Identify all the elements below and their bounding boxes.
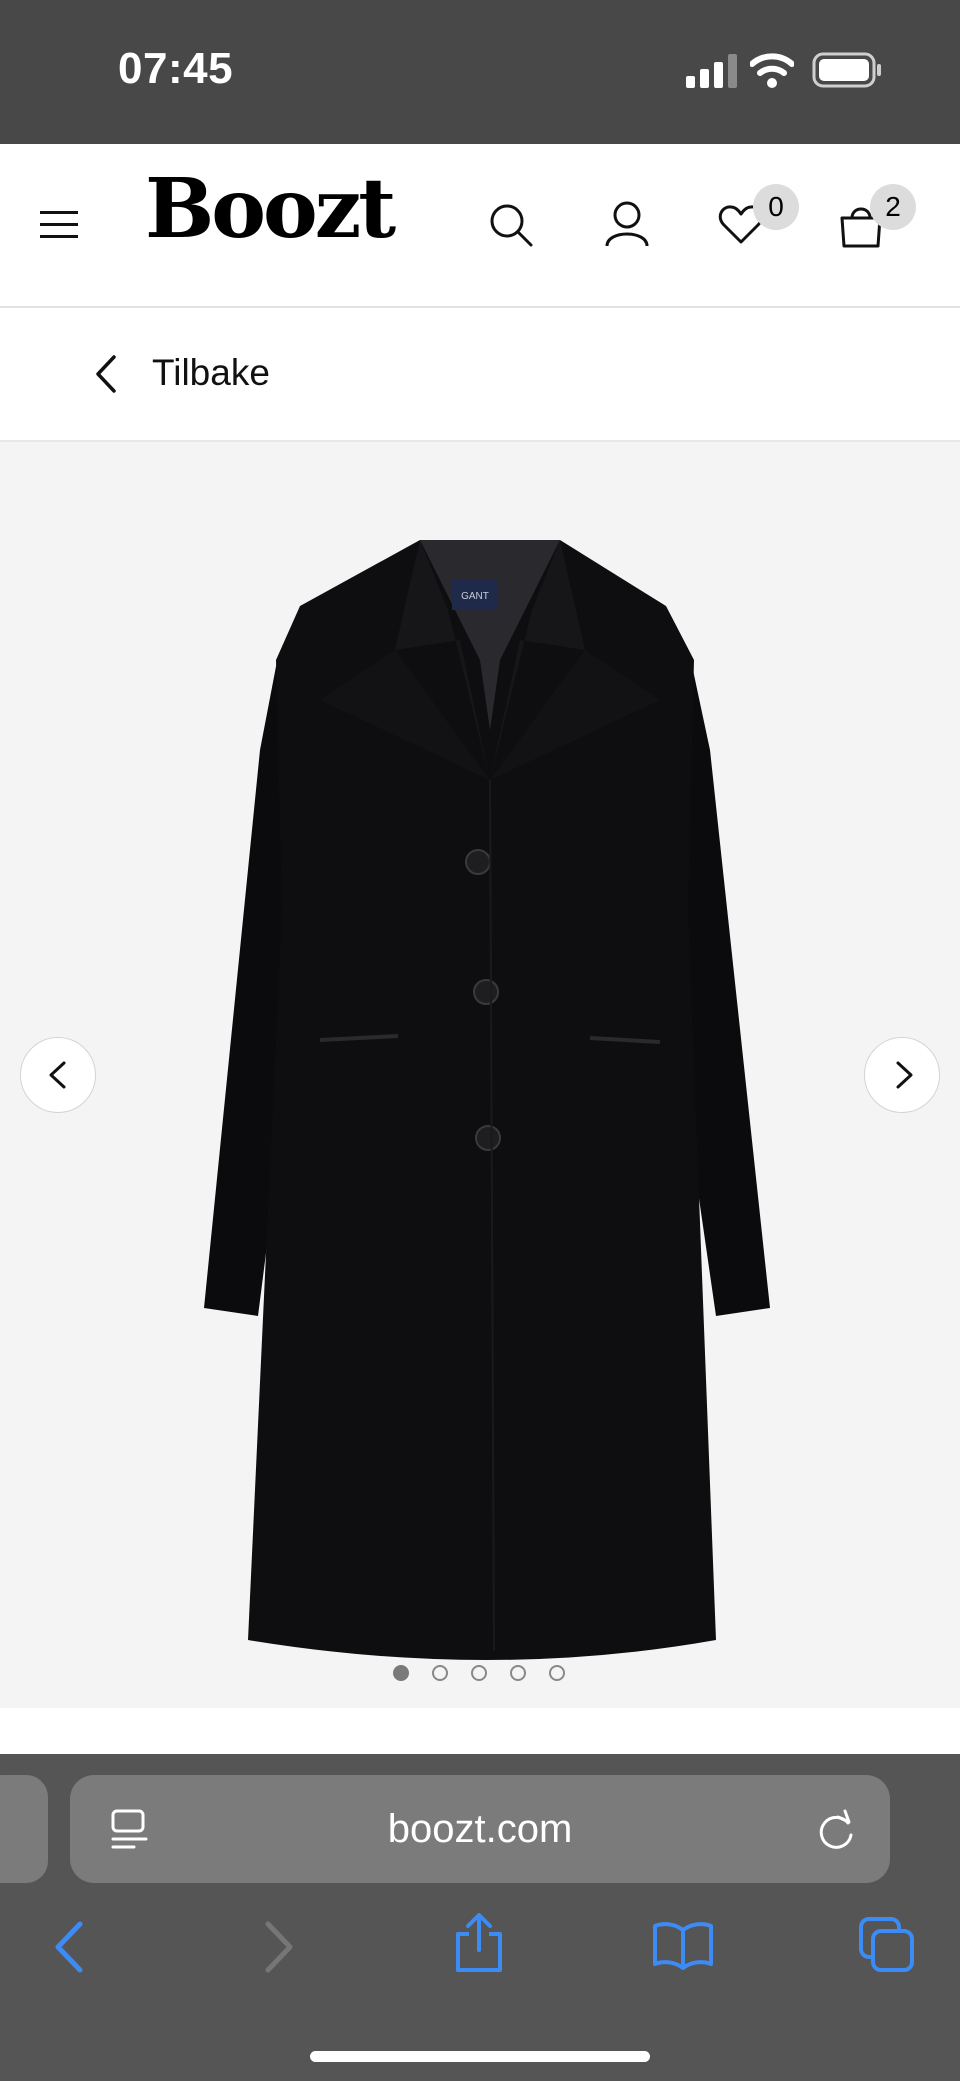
back-label: Tilbake <box>152 352 270 393</box>
bookmarks-icon[interactable] <box>652 1920 714 1970</box>
wifi-icon <box>750 53 794 88</box>
gallery-dot-2[interactable] <box>432 1665 448 1681</box>
status-bar: 07:45 <box>0 0 960 144</box>
account-icon[interactable] <box>604 200 650 248</box>
signal-icon <box>686 54 737 88</box>
gallery-dot-3[interactable] <box>471 1665 487 1681</box>
site-header: Boozt 0 2 <box>0 144 960 308</box>
menu-icon[interactable] <box>40 210 80 240</box>
gallery-dot-1[interactable] <box>393 1665 409 1681</box>
boozt-logo[interactable]: Boozt <box>145 168 396 250</box>
gallery-next-button[interactable] <box>864 1037 940 1113</box>
gallery-prev-button[interactable] <box>20 1037 96 1113</box>
brand-label: GANT <box>461 591 489 602</box>
cart-count-badge: 2 <box>870 184 916 230</box>
wishlist-count-badge: 0 <box>753 184 799 230</box>
address-bar[interactable]: boozt.com <box>70 1775 890 1883</box>
back-navigation[interactable]: Tilbake <box>0 308 960 442</box>
previous-tab-preview[interactable] <box>0 1775 48 1883</box>
tabs-icon[interactable] <box>858 1916 916 1974</box>
status-time: 07:45 <box>118 44 234 93</box>
home-indicator <box>310 2051 650 2062</box>
reload-icon[interactable] <box>816 1809 858 1853</box>
gallery-dot-4[interactable] <box>510 1665 526 1681</box>
product-image-coat[interactable]: GANT <box>190 490 780 1700</box>
product-image-gallery[interactable]: GANT <box>0 442 960 1708</box>
gallery-dot-5[interactable] <box>549 1665 565 1681</box>
battery-icon <box>812 52 881 88</box>
url-text[interactable]: boozt.com <box>70 1807 890 1852</box>
browser-forward-icon <box>265 1921 293 1973</box>
share-icon[interactable] <box>452 1912 506 1974</box>
browser-toolbar: boozt.com <box>0 1754 960 2081</box>
chevron-left-icon <box>49 1061 66 1089</box>
browser-back-icon[interactable] <box>52 1920 86 1974</box>
chevron-left-icon <box>96 355 116 393</box>
search-icon[interactable] <box>488 202 534 248</box>
chevron-right-icon <box>896 1061 913 1089</box>
